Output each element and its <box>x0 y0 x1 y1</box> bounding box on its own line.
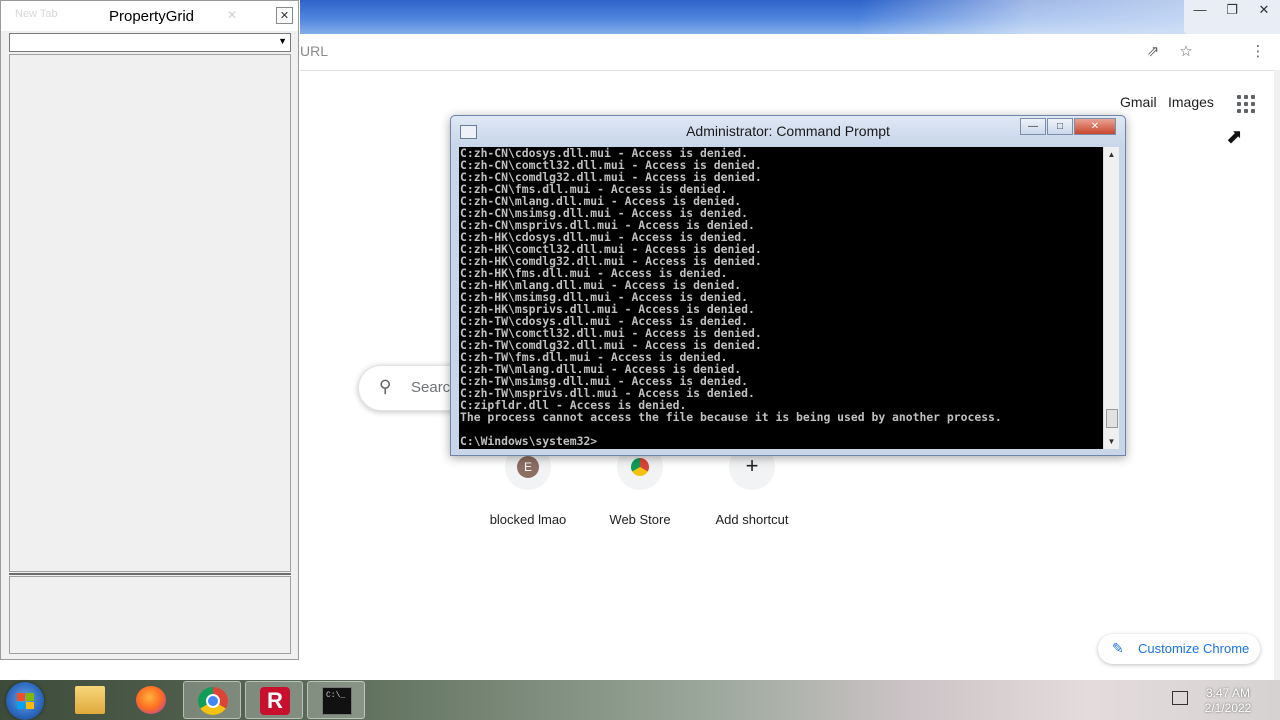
minimize-button[interactable]: — <box>1020 118 1046 135</box>
pencil-icon: ✎ <box>1112 640 1124 656</box>
share-icon[interactable]: ⇗ <box>1143 42 1163 62</box>
close-icon[interactable]: ✕ <box>1248 0 1280 22</box>
scroll-thumb[interactable] <box>1106 409 1118 428</box>
web-store-icon <box>631 458 649 476</box>
shortcut-label: blocked lmao <box>489 512 567 527</box>
minimize-icon[interactable]: — <box>1184 0 1216 22</box>
shortcut-add[interactable]: + Add shortcut <box>697 444 807 527</box>
folder-icon <box>75 686 105 714</box>
clock-date: 2/1/2022 <box>1204 701 1252 715</box>
start-button[interactable] <box>6 682 44 720</box>
property-grid-titlebar[interactable]: New Tab PropertyGrid ✕ ✕ <box>1 1 298 31</box>
menu-kebab-icon[interactable]: ⋮ <box>1248 42 1268 62</box>
console-icon: C:\_ <box>322 687 352 715</box>
images-link[interactable]: Images <box>1168 94 1214 110</box>
maximize-button[interactable]: □ <box>1047 118 1073 135</box>
omnibox[interactable]: URL <box>300 43 328 59</box>
taskbar-r-app[interactable]: R <box>245 681 303 719</box>
bookmark-star-icon[interactable]: ☆ <box>1176 42 1196 62</box>
taskbar-firefox[interactable] <box>122 681 180 719</box>
ghost-tab-label: New Tab <box>15 8 58 20</box>
description-pane <box>9 576 291 654</box>
restore-icon[interactable]: ❐ <box>1216 0 1248 22</box>
mouse-cursor-icon: ⬈ <box>1226 126 1243 148</box>
taskbar-clock[interactable]: 3:47 AM 2/1/2022 <box>1192 686 1264 716</box>
shortcut-label: Web Store <box>609 512 671 527</box>
shortcut-label: Add shortcut <box>715 512 789 527</box>
cmd-titlebar[interactable]: Administrator: Command Prompt — □ ✕ <box>451 116 1125 146</box>
console-line: The process cannot access the file becau… <box>460 410 1002 424</box>
action-center-icon[interactable] <box>1172 691 1188 705</box>
google-apps-icon[interactable] <box>1237 95 1255 113</box>
taskbar: R C:\_ <box>0 680 1280 720</box>
firefox-icon <box>136 686 166 714</box>
close-button[interactable]: ✕ <box>1074 118 1116 135</box>
console-scrollbar[interactable]: ▲ ▼ <box>1103 147 1119 449</box>
property-grid-window: New Tab PropertyGrid ✕ ✕ ▼ <box>0 0 299 660</box>
chrome-toolbar: URL ⇗ ☆ ⋮ <box>300 34 1280 71</box>
scroll-down-icon[interactable]: ▼ <box>1104 434 1119 449</box>
property-list[interactable] <box>9 54 291 572</box>
scroll-up-icon[interactable]: ▲ <box>1104 147 1119 162</box>
chrome-icon <box>198 687 228 715</box>
window-title: PropertyGrid <box>109 8 195 25</box>
windows-logo-icon <box>17 693 34 709</box>
shortcut-web-store[interactable]: Web Store <box>585 444 695 527</box>
command-prompt-window: Administrator: Command Prompt — □ ✕ C:zh… <box>450 115 1126 456</box>
clock-time: 3:47 AM <box>1205 686 1251 700</box>
shortcut-blocked-lmao[interactable]: E blocked lmao <box>473 444 583 527</box>
taskbar-chrome[interactable] <box>183 681 241 719</box>
chevron-down-icon: ▼ <box>278 36 287 46</box>
splitter[interactable] <box>9 573 291 575</box>
console-line: C:\Windows\system32> <box>460 434 598 448</box>
r-app-icon: R <box>260 687 290 715</box>
chrome-titlebar: — ❐ ✕ <box>300 0 1280 34</box>
search-icon: ⚲ <box>379 377 392 396</box>
profile-avatar-icon[interactable] <box>1215 42 1235 62</box>
taskbar-command-prompt[interactable]: C:\_ <box>307 681 365 719</box>
shortcut-initial-icon: E <box>517 456 539 478</box>
plus-icon: + <box>745 453 759 478</box>
close-icon[interactable]: ✕ <box>276 7 293 24</box>
object-selector-dropdown[interactable]: ▼ <box>9 33 291 52</box>
chrome-window-controls: — ❐ ✕ <box>1184 0 1280 34</box>
chrome-scrollbar[interactable] <box>1274 70 1280 680</box>
ghost-close-icon: ✕ <box>227 8 238 22</box>
customize-chrome-label: Customize Chrome <box>1138 641 1250 656</box>
customize-chrome-button[interactable]: ✎ Customize Chrome <box>1098 634 1260 664</box>
console-output[interactable]: C:zh-CN\cdosys.dll.mui - Access is denie… <box>459 147 1103 449</box>
taskbar-file-explorer[interactable] <box>61 681 119 719</box>
gmail-link[interactable]: Gmail <box>1120 94 1157 110</box>
